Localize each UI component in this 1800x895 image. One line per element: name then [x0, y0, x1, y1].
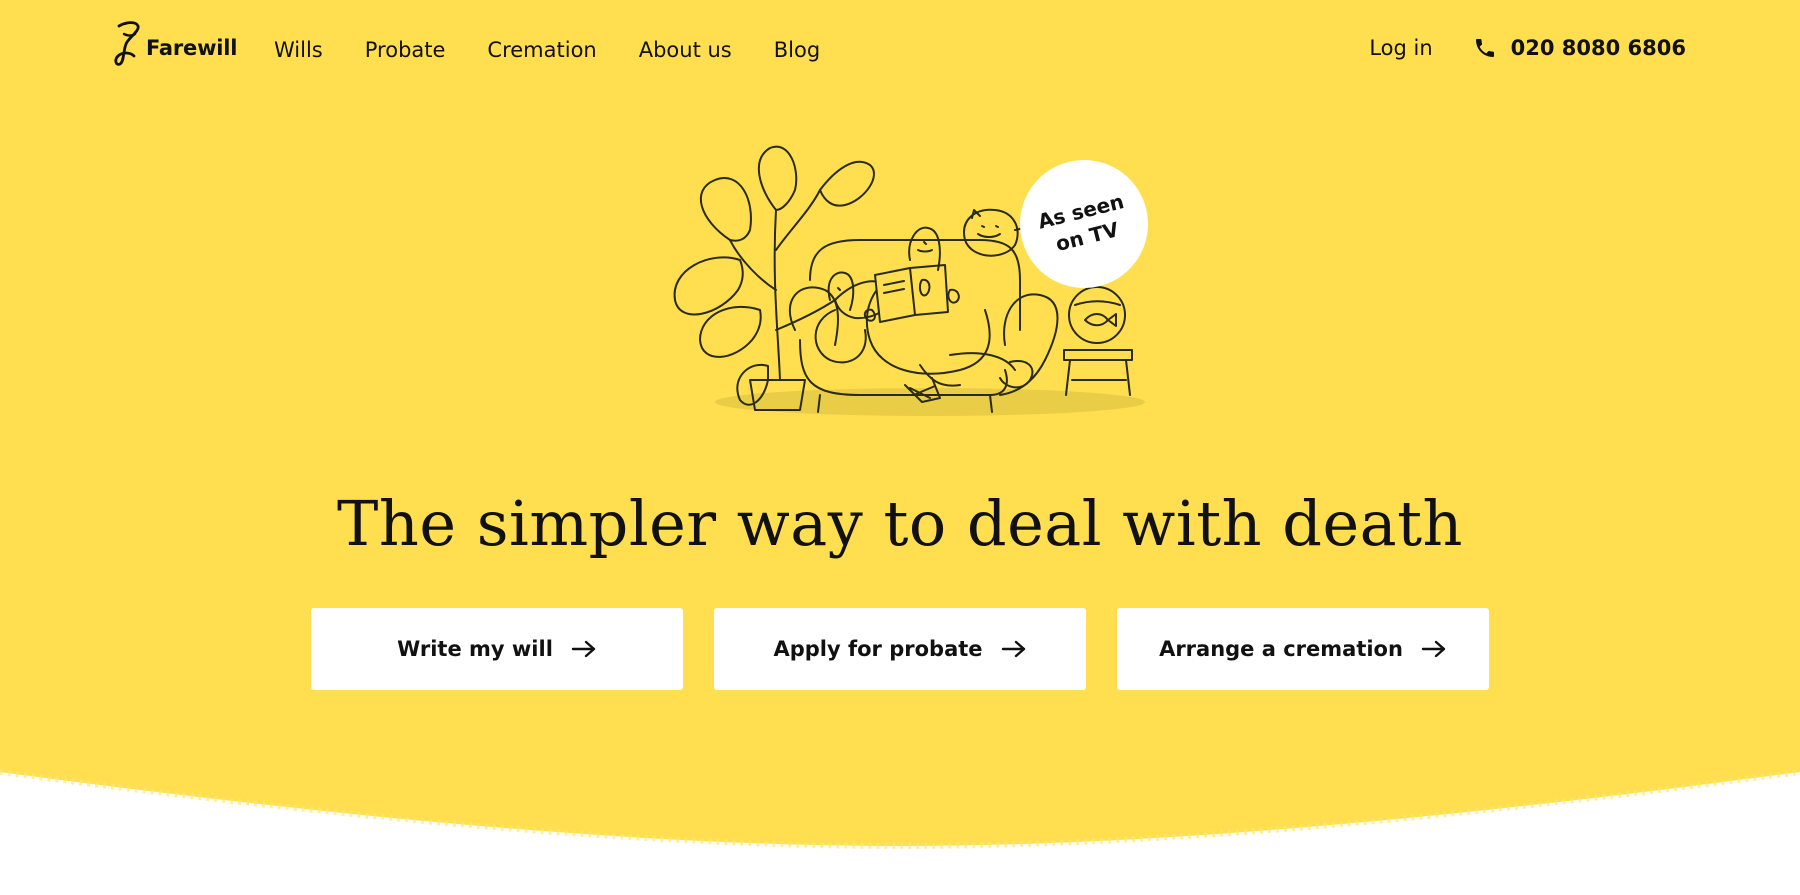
cta-label: Apply for probate	[773, 637, 983, 661]
logo-text: Farewill	[146, 36, 238, 60]
nav-item-probate[interactable]: Probate	[365, 38, 446, 62]
farewill-logo-link[interactable]: Farewill	[112, 18, 237, 70]
nav-right: Log in 020 8080 6806	[1369, 36, 1686, 60]
arrow-right-icon	[571, 640, 596, 658]
top-navigation: Farewill Wills Probate Cremation About u…	[0, 0, 1800, 108]
hero-headline: The simpler way to deal with death	[337, 487, 1463, 560]
arrow-right-icon	[1421, 640, 1446, 658]
arrange-a-cremation-button[interactable]: Arrange a cremation	[1117, 608, 1489, 690]
nav-item-about-us[interactable]: About us	[639, 38, 732, 62]
nav-links: Wills Probate Cremation About us Blog	[274, 38, 862, 62]
cta-row: Write my will Apply for probate Arrange …	[311, 608, 1489, 690]
cta-label: Arrange a cremation	[1159, 637, 1403, 661]
phone-number: 020 8080 6806	[1510, 36, 1686, 60]
login-link[interactable]: Log in	[1369, 36, 1432, 60]
phone-icon	[1475, 39, 1494, 57]
phone-link[interactable]: 020 8080 6806	[1473, 36, 1686, 60]
nav-item-cremation[interactable]: Cremation	[487, 38, 596, 62]
farewill-swirl-logo-icon	[114, 21, 140, 66]
apply-for-probate-button[interactable]: Apply for probate	[714, 608, 1086, 690]
cta-label: Write my will	[397, 637, 553, 661]
write-my-will-button[interactable]: Write my will	[311, 608, 683, 690]
nav-item-wills[interactable]: Wills	[274, 38, 323, 62]
nav-item-blog[interactable]: Blog	[774, 38, 820, 62]
hero-section: Farewill Wills Probate Cremation About u…	[0, 0, 1800, 895]
arrow-right-icon	[1001, 640, 1025, 658]
